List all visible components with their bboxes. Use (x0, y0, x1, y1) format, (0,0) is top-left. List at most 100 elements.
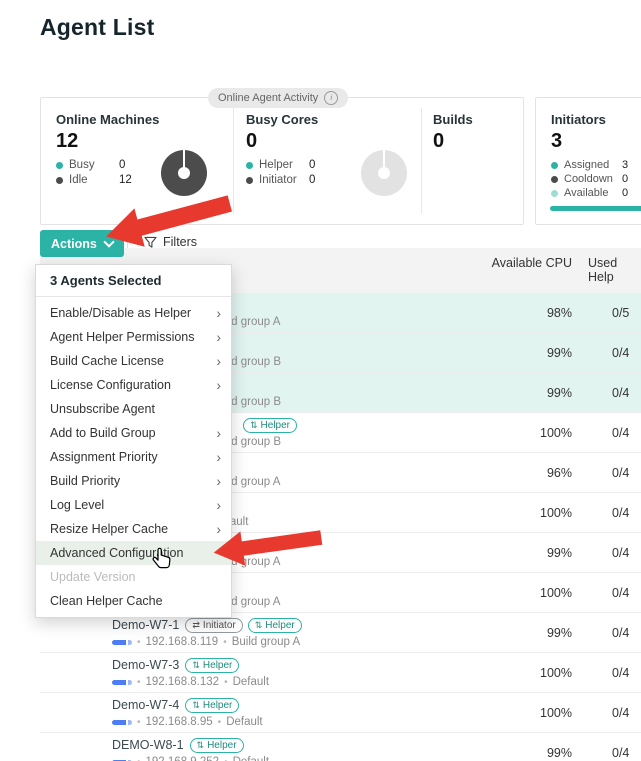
initiators-card: Initiators 3 Assigned3Cooldown0Available… (535, 97, 641, 225)
menu-item-label: Assignment Priority (50, 450, 158, 464)
bullet-separator: • (224, 757, 228, 761)
menu-item[interactable]: Build Priority › (36, 469, 231, 493)
actions-dropdown-menu: 3 Agents Selected Enable/Disable as Help… (35, 264, 232, 618)
agent-detail-line: Build group A (212, 596, 512, 608)
funnel-icon (144, 236, 157, 249)
agent-name-cell: Demo-W7-4 ⇅ Helper • 192.168.8.95 • Defa… (112, 697, 512, 728)
agent-badges: ⇅ Helper (185, 658, 239, 673)
busy-cores-section: Busy Cores 0 Helper0Initiator0 (246, 112, 318, 189)
builds-section: Builds 0 (433, 112, 473, 153)
used-helper-value: 0/4 (612, 533, 629, 573)
agent-ip: 192.168.8.95 (146, 716, 213, 728)
legend-label: Cooldown (564, 173, 616, 185)
agent-detail-line: Build group B (212, 436, 512, 448)
initiator-badge: ⇄ Initiator (185, 618, 242, 633)
bullet-separator: • (224, 677, 228, 688)
legend-value: 0 (309, 159, 315, 171)
table-row[interactable]: Demo-W7-4 ⇅ Helper • 192.168.8.95 • Defa… (40, 693, 641, 733)
available-cpu-value: 99% (547, 733, 572, 761)
menu-item-label: Update Version (50, 570, 135, 584)
agent-name-cell: Demo-W7-1 ⇄ Initiator ⇅ Helper • 192.168… (112, 617, 512, 648)
agent-detail-line: • 192.168.8.119 • Build group A (112, 636, 512, 648)
agent-detail-line: Build group A (212, 556, 512, 568)
submenu-chevron-icon: › (216, 517, 221, 541)
menu-item-label: Clean Helper Cache (50, 594, 163, 608)
page-title: Agent List (40, 14, 154, 41)
busy-cores-title: Busy Cores (246, 112, 318, 127)
menu-item-label: Enable/Disable as Helper (50, 306, 191, 320)
legend-dot-icon (246, 177, 253, 184)
badge-label: Helper (265, 620, 294, 631)
agent-name: Demo-W7-1 (112, 618, 179, 632)
legend-label: Available (564, 187, 616, 199)
menu-item[interactable]: Agent Helper Permissions › (36, 325, 231, 349)
menu-item[interactable]: Build Cache License › (36, 349, 231, 373)
agent-build-group: Default (233, 676, 269, 688)
menu-item[interactable]: Log Level › (36, 493, 231, 517)
helper-badge: ⇅ Helper (243, 418, 297, 433)
menu-item[interactable]: Add to Build Group › (36, 421, 231, 445)
available-cpu-value: 100% (540, 573, 572, 613)
submenu-chevron-icon: › (216, 349, 221, 373)
agent-name-cell: Demo-W7-3 ⇅ Helper • 192.168.8.132 • Def… (112, 657, 512, 688)
initiators-assigned-bar (550, 206, 641, 211)
legend-item: Cooldown0 (551, 173, 628, 185)
column-header-used-helper[interactable]: Used Help (588, 256, 641, 284)
available-cpu-value: 96% (547, 453, 572, 493)
used-helper-value: 0/4 (612, 693, 629, 733)
used-helper-value: 0/4 (612, 573, 629, 613)
actions-button[interactable]: Actions (40, 230, 124, 257)
legend-label: Initiator (259, 174, 303, 186)
table-row[interactable]: Demo-W7-3 ⇅ Helper • 192.168.8.132 • Def… (40, 653, 641, 693)
agent-detail-line: • 192.168.9.252 • Default (112, 756, 512, 761)
agent-name-cell: DEMO-W8-1 ⇅ Helper • 192.168.9.252 • Def… (112, 737, 512, 761)
bullet-separator: • (137, 717, 141, 728)
agent-badges: ⇅ Helper (243, 418, 297, 433)
legend-label: Assigned (564, 159, 616, 171)
available-cpu-value: 99% (547, 533, 572, 573)
legend-value: 0 (119, 159, 125, 171)
menu-item-label: Build Cache License (50, 354, 164, 368)
agent-ip: 192.168.9.252 (146, 756, 220, 761)
menu-item[interactable]: License Configuration › (36, 373, 231, 397)
helper-badge: ⇅ Helper (190, 738, 244, 753)
initiators-value: 3 (551, 130, 628, 153)
menu-item-label: Log Level (50, 498, 104, 512)
used-helper-value: 0/4 (612, 733, 629, 761)
badge-icon: ⇄ (192, 620, 200, 631)
agent-ip: 192.168.8.132 (146, 676, 220, 688)
column-header-available-cpu[interactable]: Available CPU (492, 256, 572, 270)
menu-item-list: Enable/Disable as Helper › Agent Helper … (36, 297, 231, 617)
menu-item[interactable]: Unsubscribe Agent (36, 397, 231, 421)
builds-value: 0 (433, 130, 473, 153)
legend-item: Assigned3 (551, 159, 628, 171)
available-cpu-value: 100% (540, 653, 572, 693)
available-cpu-value: 100% (540, 493, 572, 533)
cores-bar-icon (112, 680, 132, 685)
menu-header: 3 Agents Selected (36, 265, 231, 297)
agent-build-group: Default (233, 756, 269, 761)
submenu-chevron-icon: › (216, 373, 221, 397)
menu-item[interactable]: Enable/Disable as Helper › (36, 301, 231, 325)
menu-item-label: Resize Helper Cache (50, 522, 168, 536)
busy-cores-donut-chart (361, 150, 407, 196)
menu-item[interactable]: Clean Helper Cache (36, 589, 231, 613)
menu-item[interactable]: Advanced Configuration (36, 541, 231, 565)
bullet-separator: • (137, 757, 141, 761)
table-row[interactable]: DEMO-W8-1 ⇅ Helper • 192.168.9.252 • Def… (40, 733, 641, 761)
table-row[interactable]: Demo-W7-1 ⇄ Initiator ⇅ Helper • 192.168… (40, 613, 641, 653)
menu-item[interactable]: Assignment Priority › (36, 445, 231, 469)
badge-label: Helper (261, 420, 290, 431)
menu-item-label: Build Priority (50, 474, 120, 488)
submenu-chevron-icon: › (216, 301, 221, 325)
filters-button[interactable]: Filters (138, 234, 203, 250)
info-icon[interactable]: i (324, 91, 338, 105)
legend-item: Initiator0 (246, 174, 318, 186)
badge-label: Helper (203, 700, 232, 711)
initiators-section: Initiators 3 Assigned3Cooldown0Available… (551, 112, 628, 201)
cores-bar-icon (112, 640, 132, 645)
card-divider (233, 108, 234, 214)
bullet-separator: • (218, 717, 222, 728)
submenu-chevron-icon: › (216, 421, 221, 445)
menu-item[interactable]: Resize Helper Cache › (36, 517, 231, 541)
